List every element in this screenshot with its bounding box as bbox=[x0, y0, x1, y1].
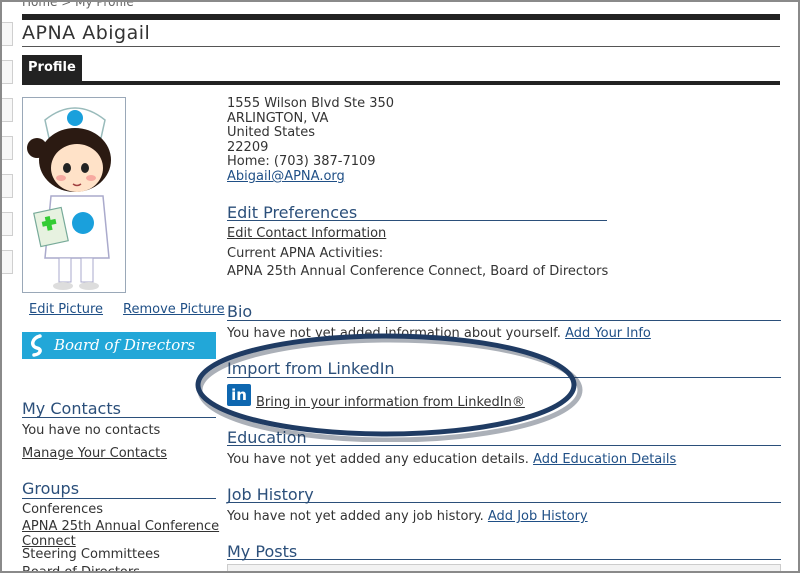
posts-box bbox=[227, 564, 781, 571]
top-divider bbox=[22, 14, 780, 20]
group-link-conference[interactable]: APNA 25th Annual Conference bbox=[22, 519, 219, 534]
contacts-empty-text: You have no contacts bbox=[22, 423, 161, 438]
activities-label: Current APNA Activities: bbox=[227, 246, 384, 261]
manage-contacts-link[interactable]: Manage Your Contacts bbox=[22, 446, 167, 461]
breadcrumb[interactable]: Home > My Profile bbox=[22, 2, 134, 9]
add-education-link[interactable]: Add Education Details bbox=[533, 452, 676, 467]
job-history-text: You have not yet added any job history. bbox=[227, 509, 484, 524]
groups-rule bbox=[22, 498, 216, 499]
highlight-ellipse bbox=[195, 333, 583, 442]
page-title: APNA Abigail bbox=[22, 22, 151, 44]
bio-rule bbox=[227, 320, 781, 321]
education-rule bbox=[227, 445, 781, 446]
profile-page: Home > My Profile APNA Abigail Profile E… bbox=[0, 0, 800, 573]
apna-logo-icon bbox=[31, 334, 42, 357]
edit-contact-link[interactable]: Edit Contact Information bbox=[227, 226, 386, 241]
address-block: 1555 Wilson Blvd Ste 350 ARLINGTON, VA U… bbox=[227, 96, 395, 185]
job-history-row: You have not yet added any job history. … bbox=[227, 509, 588, 524]
add-job-history-link[interactable]: Add Job History bbox=[488, 509, 588, 524]
title-divider bbox=[22, 46, 780, 47]
avatar bbox=[22, 97, 126, 293]
education-text: You have not yet added any education det… bbox=[227, 452, 529, 467]
group-category-steering: Steering Committees bbox=[22, 547, 160, 562]
preferences-rule bbox=[227, 220, 607, 221]
job-history-rule bbox=[227, 502, 781, 503]
group-link-board[interactable]: Board of Directors bbox=[22, 565, 140, 571]
activities-list: APNA 25th Annual Conference Connect, Boa… bbox=[227, 264, 609, 279]
group-category-conferences: Conferences bbox=[22, 502, 104, 517]
bio-heading: Bio bbox=[227, 302, 253, 321]
tab-profile[interactable]: Profile bbox=[22, 55, 82, 83]
edit-picture-link[interactable]: Edit Picture bbox=[29, 302, 103, 317]
address-country: United States bbox=[227, 125, 316, 141]
address-phone: Home: (703) 387-7109 bbox=[227, 154, 376, 170]
left-edge-strip bbox=[2, 2, 14, 571]
email-link[interactable]: Abigail@APNA.org bbox=[227, 169, 345, 184]
address-street: 1555 Wilson Blvd Ste 350 bbox=[227, 96, 395, 111]
my-contacts-heading: My Contacts bbox=[22, 399, 121, 418]
posts-rule bbox=[227, 559, 781, 560]
badge-label: Board of Directors bbox=[54, 336, 196, 354]
address-city: ARLINGTON, VA bbox=[227, 110, 329, 126]
tab-bar bbox=[22, 81, 780, 85]
remove-picture-link[interactable]: Remove Picture bbox=[123, 302, 225, 317]
address-zip: 22209 bbox=[227, 139, 269, 155]
contacts-rule bbox=[22, 417, 216, 418]
groups-heading: Groups bbox=[22, 479, 80, 498]
education-row: You have not yet added any education det… bbox=[227, 452, 676, 467]
board-of-directors-badge: Board of Directors bbox=[22, 332, 216, 359]
